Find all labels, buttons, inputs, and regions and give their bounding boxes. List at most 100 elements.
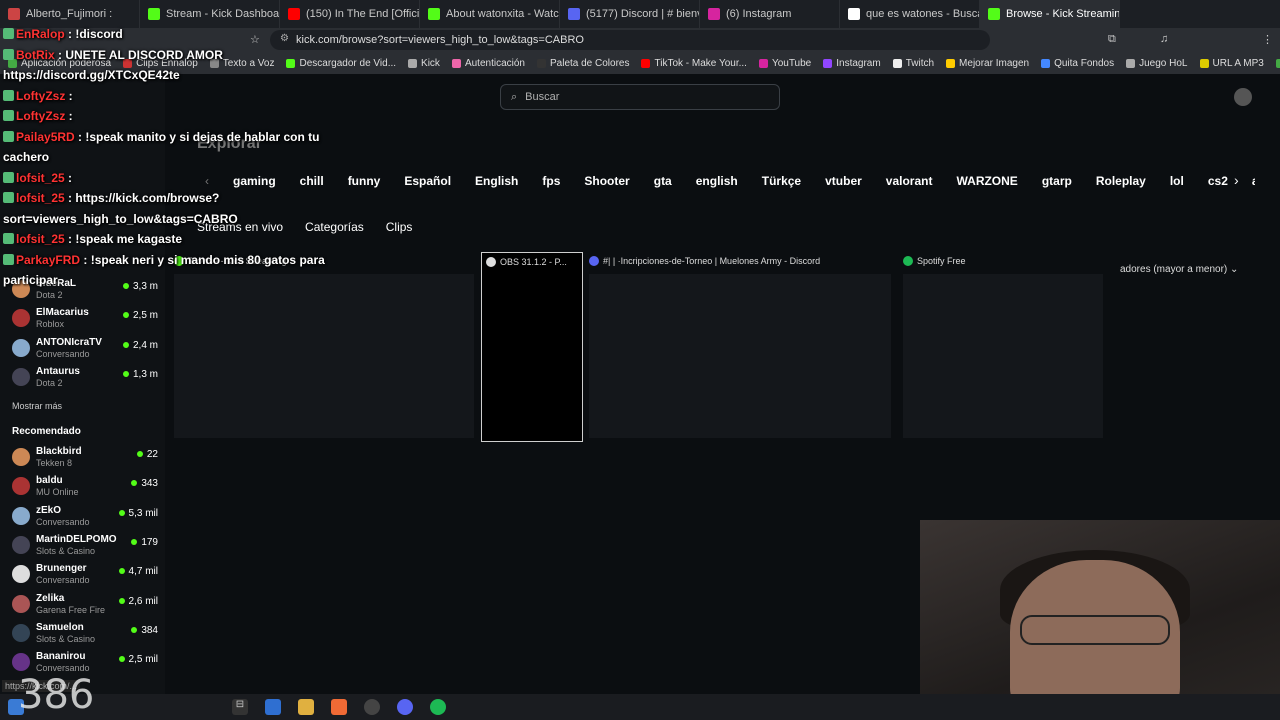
viewer-count: 2,6 mil: [118, 596, 158, 607]
tag-chip[interactable]: Türkçe: [754, 168, 809, 194]
sidebar-channel-row[interactable]: ElMacarius Roblox 2,5 m: [12, 307, 162, 336]
tag-chip[interactable]: vtuber: [817, 168, 870, 194]
tag-chip[interactable]: gtarp: [1034, 168, 1080, 194]
show-more-link[interactable]: Mostrar más: [12, 401, 62, 411]
menu-icon[interactable]: ⋮: [1262, 33, 1273, 46]
channel-name: MartinDELPOMO: [36, 533, 117, 545]
bookmark-favicon-icon: [1275, 58, 1280, 68]
tag-chip[interactable]: gta: [646, 168, 680, 194]
chat-badge-icon: [3, 192, 14, 203]
browser-tab[interactable]: Browse - Kick Streaming: [980, 0, 1120, 28]
tag-chip[interactable]: Roleplay: [1088, 168, 1154, 194]
tag-chip[interactable]: english: [688, 168, 746, 194]
extensions-icon[interactable]: ⧉: [1108, 33, 1116, 46]
viewer-count: 5,3 mil: [118, 507, 158, 519]
media-icon[interactable]: ♫: [1160, 33, 1168, 45]
channel-category: Conversando: [36, 348, 90, 359]
bookmark-item[interactable]: Quita Fondos: [1041, 58, 1114, 69]
bookmark-favicon-icon: [1199, 58, 1209, 68]
bookmark-favicon-icon: [451, 58, 461, 68]
sidebar-channel-row[interactable]: Zelika Garena Free Fire 2,6 mil: [12, 593, 162, 622]
bookmark-item[interactable]: Todos los marcadores: [1275, 58, 1280, 69]
sidebar-channel-row[interactable]: Antaurus Dota 2 1,3 m: [12, 366, 162, 395]
tag-chip[interactable]: fps: [534, 168, 568, 194]
browser-tab[interactable]: Alberto_Fujimori :: [0, 0, 140, 28]
sort-dropdown[interactable]: adores (mayor a menor) ⌄: [1120, 264, 1238, 275]
chat-badge-icon: [3, 130, 14, 142]
chat-message: lofsit_25 :: [3, 171, 72, 185]
search-input[interactable]: ⌕ Buscar: [500, 84, 780, 110]
subtab-item[interactable]: Clips: [386, 220, 413, 234]
browser-tab[interactable]: About watonxita - Watch Live: [420, 0, 560, 28]
chat-username: Pailay5RD: [16, 129, 75, 144]
tag-chip[interactable]: cs2: [1200, 168, 1236, 194]
bookmark-item[interactable]: Paleta de Colores: [536, 57, 630, 69]
tag-chip[interactable]: Español: [396, 168, 459, 194]
spotify-icon[interactable]: [430, 699, 446, 715]
tag-chip[interactable]: English: [467, 168, 526, 194]
tag-chip[interactable]: funny: [340, 168, 389, 194]
bookmark-favicon-icon: [946, 58, 956, 68]
address-bar[interactable]: ⚙ kick.com/browse?sort=viewers_high_to_l…: [270, 30, 990, 50]
bookmark-item[interactable]: TikTok - Make Your...: [641, 58, 747, 69]
browser-tab[interactable]: (150) In The End [Official H: [280, 0, 420, 28]
chevron-right-icon[interactable]: ›: [1234, 172, 1239, 188]
viewer-count-value: 2,5 m: [132, 310, 158, 322]
browser-tab[interactable]: que es watones - Buscar con G: [840, 0, 980, 28]
tab-label: Alberto_Fujimori :: [26, 8, 113, 20]
chat-text: :: [65, 109, 73, 123]
live-dot-icon: [118, 509, 125, 516]
bookmark-item[interactable]: Autenticación: [451, 58, 525, 69]
tab-favicon-icon: [708, 8, 720, 20]
bookmark-item[interactable]: Instagram: [823, 58, 881, 69]
user-avatar[interactable]: [1234, 88, 1252, 106]
viewer-count-value: 5,3 mil: [128, 507, 158, 519]
browser-tab[interactable]: (6) Instagram: [700, 0, 840, 28]
discord-icon[interactable]: [397, 699, 413, 715]
channel-avatar: [12, 565, 30, 584]
window-preview[interactable]: OBS 31.1.2 - P...: [481, 252, 583, 442]
bookmark-item[interactable]: YouTube: [758, 58, 811, 69]
task-view-icon[interactable]: ⊟: [232, 699, 248, 715]
bookmark-favicon-icon: [641, 58, 651, 68]
obs-icon[interactable]: [364, 699, 380, 715]
file-explorer-icon[interactable]: [298, 699, 314, 715]
sidebar-channel-row[interactable]: baldu MU Online 343: [12, 475, 162, 504]
tag-chip[interactable]: lol: [1162, 168, 1192, 194]
window-preview[interactable]: #| | ·Incripciones-de-Torneo | Muelones …: [585, 252, 895, 442]
viewer-count-value: 1,3 m: [132, 368, 158, 380]
bookmark-favicon-icon: [823, 58, 833, 68]
live-dot-icon: [122, 341, 129, 348]
tag-chip[interactable]: WARZONE: [948, 168, 1025, 194]
tag-chip[interactable]: valorant: [878, 168, 941, 194]
bookmark-item[interactable]: URL A MP3: [1199, 58, 1264, 69]
sidebar-channel-row[interactable]: MartinDELPOMO Slots & Casino 179: [12, 534, 162, 563]
brave-icon[interactable]: [331, 699, 347, 715]
bookmark-item[interactable]: Juego HoL: [1126, 57, 1188, 69]
sidebar-channel-row[interactable]: Brunenger Conversando 4,7 mil: [12, 563, 162, 592]
overlay-counter: 386: [18, 672, 95, 718]
viewer-count: 384: [131, 625, 158, 636]
tab-label: Stream - Kick Dashboard: [166, 8, 280, 20]
bookmark-label: Juego HoL: [1139, 57, 1188, 69]
store-icon[interactable]: [265, 699, 281, 715]
viewer-count: 179: [131, 537, 158, 548]
window-preview[interactable]: Spotify Free: [899, 252, 1107, 442]
channel-name: Antaurus: [36, 365, 80, 377]
sidebar-channel-row[interactable]: Samuelon Slots & Casino 384: [12, 622, 162, 651]
bookmark-item[interactable]: Mejorar Imagen: [946, 58, 1029, 69]
channel-avatar: [12, 367, 30, 386]
tag-chip[interactable]: Shooter: [576, 168, 637, 194]
bookmark-item[interactable]: Twitch: [892, 58, 934, 69]
sidebar-channel-row[interactable]: ANTONIcraTV Conversando 2,4 m: [12, 337, 162, 366]
channel-name: ANTONIcraTV: [36, 336, 102, 348]
browser-tab[interactable]: (5177) Discord | # bienven: [560, 0, 700, 28]
channel-category: Conversando: [36, 516, 90, 527]
tag-chip[interactable]: arabic: [1244, 168, 1255, 194]
bookmark-label: Paleta de Colores: [549, 57, 630, 69]
sidebar-channel-row[interactable]: zEkO Conversando 5,3 mil: [12, 505, 162, 534]
browser-tab[interactable]: Stream - Kick Dashboard: [140, 0, 280, 28]
tab-label: (5177) Discord | # bienven: [586, 8, 699, 20]
bookmark-item[interactable]: Kick: [408, 58, 440, 69]
sidebar-channel-row[interactable]: Blackbird Tekken 8 22: [12, 446, 162, 475]
